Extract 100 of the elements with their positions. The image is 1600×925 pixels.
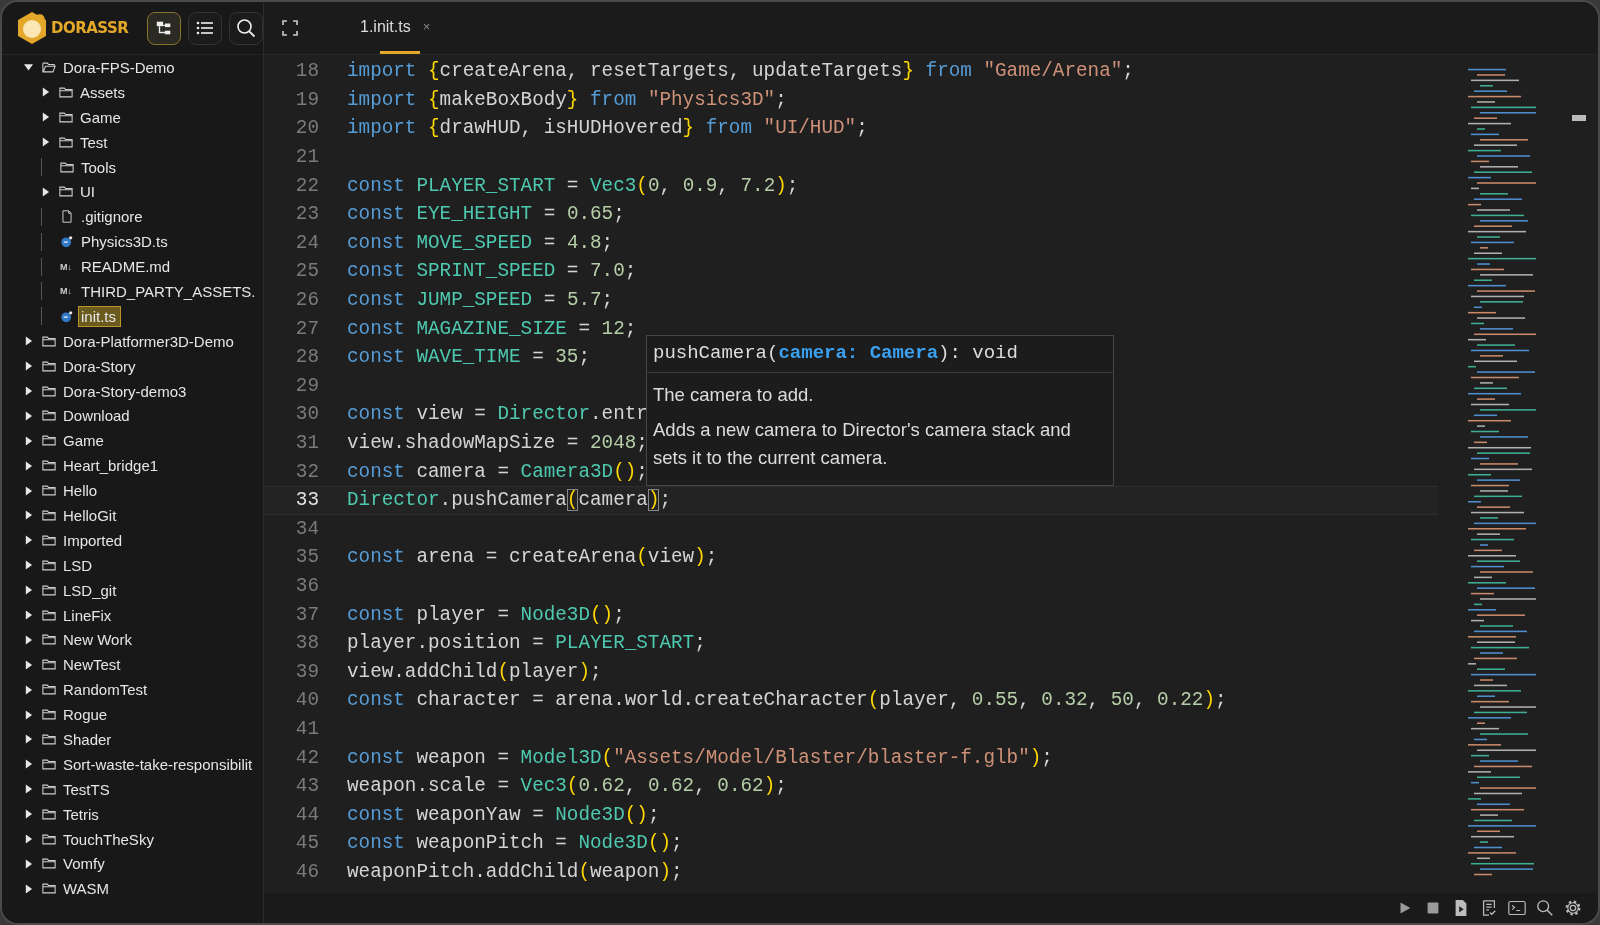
line-number: 28 bbox=[294, 346, 319, 369]
caret-icon[interactable] bbox=[41, 186, 50, 197]
caret-icon[interactable] bbox=[24, 410, 33, 421]
tree-item[interactable]: Shader bbox=[60, 729, 115, 750]
caret-icon[interactable] bbox=[41, 87, 50, 98]
caret-icon[interactable] bbox=[24, 336, 33, 347]
folder-icon bbox=[59, 85, 73, 99]
tree-item[interactable]: Heart_bridge1 bbox=[60, 455, 162, 477]
folder-icon bbox=[42, 334, 56, 348]
typescript-file-icon bbox=[60, 235, 74, 249]
checklist-icon[interactable] bbox=[1480, 899, 1498, 917]
tree-item[interactable]: HelloGit bbox=[60, 504, 120, 526]
folder-icon bbox=[42, 683, 56, 697]
tree-item[interactable]: Dora-FPS-Demo bbox=[60, 56, 178, 78]
file-icon bbox=[60, 210, 74, 224]
tree-item[interactable]: .gitignore bbox=[78, 206, 146, 228]
tree-item[interactable]: Game bbox=[60, 430, 107, 452]
caret-icon[interactable] bbox=[24, 361, 33, 372]
outline-button[interactable] bbox=[188, 11, 223, 45]
caret-icon[interactable] bbox=[24, 510, 33, 521]
tree-item[interactable]: Sort-waste-take-responsibilit bbox=[60, 753, 256, 775]
code-line: const SPRINT_SPEED = 7.0; bbox=[347, 260, 637, 283]
caret-icon[interactable] bbox=[24, 883, 33, 894]
tree-item[interactable]: Dora-Story bbox=[60, 355, 139, 377]
caret-icon[interactable] bbox=[24, 485, 33, 496]
tree-item[interactable]: RandomTest bbox=[60, 679, 151, 701]
scrollbar-thumb[interactable] bbox=[1572, 115, 1586, 121]
tree-item[interactable]: Vomfy bbox=[60, 853, 108, 875]
tree-item[interactable]: WASM bbox=[60, 878, 113, 900]
folder-icon bbox=[59, 135, 73, 149]
caret-icon[interactable] bbox=[24, 386, 33, 396]
tree-item[interactable]: Rogue bbox=[60, 704, 111, 726]
caret-icon[interactable] bbox=[23, 62, 34, 72]
caret-icon[interactable] bbox=[24, 610, 33, 621]
fullscreen-icon[interactable] bbox=[282, 20, 298, 36]
caret-icon[interactable] bbox=[24, 709, 33, 720]
caret-icon[interactable] bbox=[24, 435, 33, 446]
folder-icon bbox=[42, 484, 56, 498]
tree-item[interactable]: init.ts bbox=[78, 305, 121, 327]
tree-item[interactable]: Imported bbox=[60, 529, 126, 551]
tree-item[interactable]: Tools bbox=[78, 156, 120, 178]
terminal-icon[interactable] bbox=[1508, 899, 1526, 917]
tree-item[interactable]: README.md bbox=[78, 256, 174, 278]
tree-item[interactable]: Dora-Platformer3D-Demo bbox=[60, 330, 237, 352]
tree-item[interactable]: Hello bbox=[60, 480, 101, 502]
line-number: 40 bbox=[294, 689, 319, 712]
folder-icon bbox=[42, 782, 56, 796]
file-tree-button[interactable] bbox=[147, 11, 182, 45]
tree-item[interactable]: Tetris bbox=[60, 803, 102, 825]
markdown-file-icon: M↓ bbox=[60, 261, 74, 272]
folder-icon bbox=[42, 434, 56, 448]
search-icon[interactable] bbox=[1536, 899, 1554, 917]
tree-item[interactable]: Assets bbox=[77, 81, 128, 103]
line-number: 36 bbox=[294, 575, 319, 597]
caret-icon[interactable] bbox=[24, 659, 33, 670]
caret-icon[interactable] bbox=[24, 460, 33, 471]
settings-icon[interactable] bbox=[1564, 899, 1582, 917]
line-number: 31 bbox=[294, 432, 319, 454]
caret-icon[interactable] bbox=[24, 834, 33, 845]
line-number: 20 bbox=[294, 117, 319, 140]
tree-item[interactable]: TouchTheSky bbox=[60, 828, 157, 850]
tree-item[interactable]: Physics3D.ts bbox=[78, 231, 171, 253]
code-line: const weapon = Model3D("Assets/Model/Blaster/blaster-f.glb"); bbox=[347, 746, 1053, 769]
line-number: 26 bbox=[294, 289, 319, 312]
folder-icon bbox=[59, 110, 73, 124]
caret-icon[interactable] bbox=[24, 684, 33, 695]
tree-item[interactable]: New Work bbox=[60, 629, 135, 651]
tree-item[interactable]: THIRD_PARTY_ASSETS. bbox=[78, 280, 259, 302]
tree-item[interactable]: LSD bbox=[60, 554, 96, 576]
code-line: player.position = PLAYER_START; bbox=[347, 632, 706, 655]
caret-icon[interactable] bbox=[24, 560, 33, 571]
line-number: 46 bbox=[294, 860, 319, 883]
caret-icon[interactable] bbox=[24, 784, 33, 795]
caret-icon[interactable] bbox=[24, 734, 33, 745]
caret-icon[interactable] bbox=[24, 535, 33, 546]
code-line: view.shadowMapSize = 2048; bbox=[347, 432, 648, 454]
caret-icon[interactable] bbox=[41, 137, 50, 148]
caret-icon[interactable] bbox=[24, 858, 33, 869]
caret-icon[interactable] bbox=[24, 759, 33, 770]
caret-icon[interactable] bbox=[24, 809, 33, 820]
tree-item[interactable]: Dora-Story-demo3 bbox=[60, 380, 190, 402]
caret-icon[interactable] bbox=[24, 585, 33, 596]
tree-item[interactable]: LSD_git bbox=[60, 579, 120, 601]
caret-icon[interactable] bbox=[41, 112, 50, 123]
tree-item[interactable]: NewTest bbox=[60, 654, 124, 676]
code-line: weaponPitch.addChild(weapon); bbox=[347, 860, 683, 883]
line-number: 30 bbox=[294, 403, 319, 426]
line-number: 32 bbox=[294, 460, 319, 483]
tree-item[interactable]: UI bbox=[77, 181, 98, 203]
brand-name: DORASSR bbox=[51, 19, 129, 37]
tree-item[interactable]: Test bbox=[77, 131, 111, 153]
line-number: 33 bbox=[294, 489, 319, 512]
tree-item[interactable]: Game bbox=[77, 106, 124, 128]
code-line: const MOVE_SPEED = 4.8; bbox=[347, 231, 614, 254]
tree-item[interactable]: TestTS bbox=[60, 778, 113, 800]
caret-icon[interactable] bbox=[24, 634, 33, 645]
close-icon[interactable]: × bbox=[422, 19, 431, 34]
search-button[interactable] bbox=[229, 11, 263, 45]
tree-item[interactable]: LineFix bbox=[60, 604, 115, 626]
tree-item[interactable]: Download bbox=[60, 405, 133, 427]
